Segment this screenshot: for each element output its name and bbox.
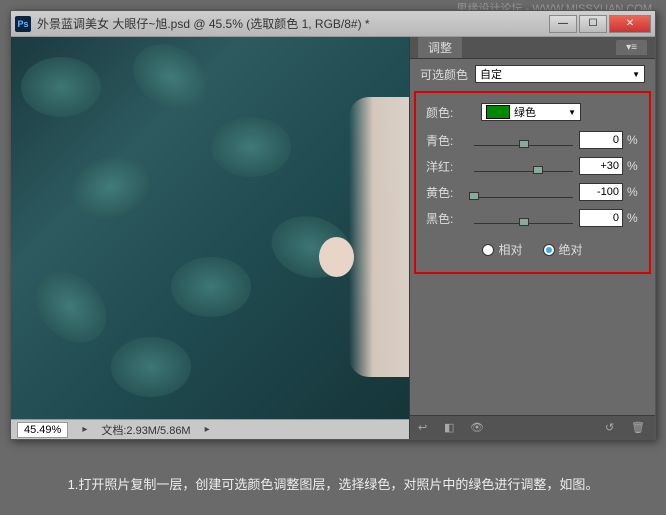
photo-subject	[349, 97, 409, 377]
maximize-button[interactable]: ☐	[579, 15, 607, 33]
panel-bottom-bar: ↩ ◧ 👁 ↺ 🗑	[410, 415, 655, 439]
magenta-input[interactable]	[579, 157, 623, 175]
window-title: 外景蓝调美女 大眼仔~旭.psd @ 45.5% (选取颜色 1, RGB/8#…	[37, 15, 549, 32]
adjustments-panel: 调整 ▾≡ 可选颜色 自定 颜色: 绿色 青色: %	[409, 37, 655, 439]
document-canvas[interactable]	[11, 37, 409, 419]
black-input[interactable]	[579, 209, 623, 227]
close-button[interactable]: ✕	[609, 15, 651, 33]
pct-label: %	[627, 133, 639, 147]
preset-dropdown[interactable]: 自定	[475, 65, 645, 83]
info-arrow-icon[interactable]: ▸	[205, 424, 210, 435]
cyan-input[interactable]	[579, 131, 623, 149]
document-info: 文档:2.93M/5.86M	[101, 422, 190, 438]
tab-adjustments[interactable]: 调整	[418, 37, 462, 58]
radio-icon	[482, 244, 494, 256]
zoom-field[interactable]: 45.49%	[17, 422, 68, 438]
magenta-label: 洋红:	[426, 158, 468, 175]
black-slider[interactable]	[474, 209, 573, 227]
panel-tab-bar: 调整 ▾≡	[410, 37, 655, 59]
status-bar: 45.49% ▸ 文档:2.93M/5.86M ▸	[11, 419, 409, 439]
magenta-slider[interactable]	[474, 157, 573, 175]
zoom-arrows-icon[interactable]: ▸	[82, 424, 87, 435]
titlebar: Ps 外景蓝调美女 大眼仔~旭.psd @ 45.5% (选取颜色 1, RGB…	[11, 11, 655, 37]
visibility-icon[interactable]: 👁	[470, 421, 486, 435]
pct-label: %	[627, 211, 639, 225]
photo-hand	[319, 237, 354, 277]
ps-icon: Ps	[15, 16, 31, 32]
yellow-slider[interactable]	[474, 183, 573, 201]
radio-absolute[interactable]: 绝对	[543, 241, 583, 258]
color-label: 颜色:	[426, 104, 481, 121]
canvas-area: 45.49% ▸ 文档:2.93M/5.86M ▸	[11, 37, 409, 439]
highlighted-settings: 颜色: 绿色 青色: % 洋红: %	[414, 91, 651, 274]
yellow-input[interactable]	[579, 183, 623, 201]
layer-icon[interactable]: ◧	[444, 421, 460, 435]
pct-label: %	[627, 159, 639, 173]
yellow-label: 黄色:	[426, 184, 468, 201]
color-dropdown[interactable]: 绿色	[481, 103, 581, 121]
preset-label: 可选颜色	[420, 66, 475, 83]
cyan-slider[interactable]	[474, 131, 573, 149]
photoshop-window: Ps 外景蓝调美女 大眼仔~旭.psd @ 45.5% (选取颜色 1, RGB…	[10, 10, 656, 440]
reset-icon[interactable]: ↺	[605, 421, 621, 435]
radio-icon	[543, 244, 555, 256]
cyan-label: 青色:	[426, 132, 468, 149]
color-swatch-icon	[486, 105, 510, 119]
black-label: 黑色:	[426, 210, 468, 227]
delete-icon[interactable]: 🗑	[631, 421, 647, 435]
radio-relative[interactable]: 相对	[482, 241, 522, 258]
pct-label: %	[627, 185, 639, 199]
return-icon[interactable]: ↩	[418, 421, 434, 435]
tutorial-caption: 1.打开照片复制一层，创建可选颜色调整图层，选择绿色，对照片中的绿色进行调整，如…	[0, 474, 666, 493]
minimize-button[interactable]: —	[549, 15, 577, 33]
panel-menu-icon[interactable]: ▾≡	[616, 40, 647, 55]
